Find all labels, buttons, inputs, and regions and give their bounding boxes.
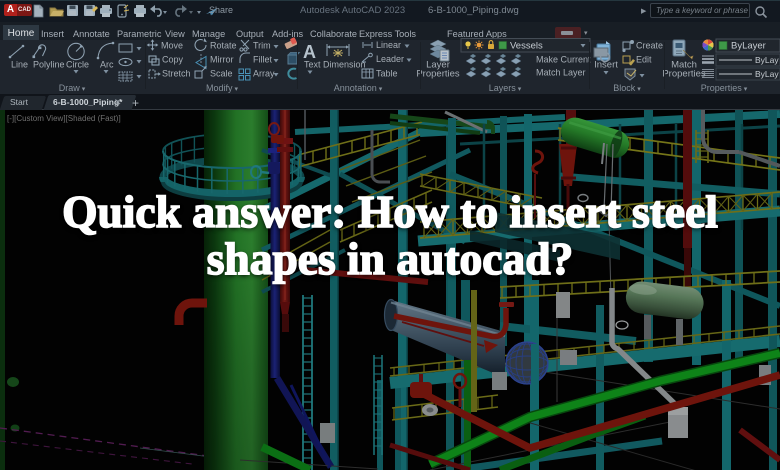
- svg-text:ByLay: ByLay: [755, 55, 779, 65]
- svg-text:Linear: Linear: [376, 40, 401, 50]
- svg-text:Edit: Edit: [636, 55, 652, 65]
- svg-text:Dimension: Dimension: [323, 60, 366, 70]
- svg-text:Rotate: Rotate: [210, 41, 237, 51]
- svg-text:Polyline: Polyline: [33, 60, 65, 70]
- svg-text:Text: Text: [304, 60, 321, 70]
- svg-text:Leader: Leader: [376, 54, 404, 64]
- svg-text:Copy: Copy: [162, 55, 184, 65]
- svg-text:Mirror: Mirror: [210, 55, 234, 65]
- svg-text:Match Layer: Match Layer: [536, 68, 586, 78]
- svg-text:Properties: Properties: [662, 69, 706, 80]
- svg-text:Circle: Circle: [66, 60, 89, 70]
- svg-text:ByLayer: ByLayer: [731, 41, 766, 52]
- svg-text:Move: Move: [161, 41, 183, 51]
- svg-text:Trim: Trim: [253, 41, 271, 51]
- svg-text:Fillet: Fillet: [253, 55, 273, 65]
- svg-text:Insert: Insert: [594, 60, 618, 71]
- svg-text:Make Current: Make Current: [536, 55, 591, 65]
- svg-text:Table: Table: [376, 69, 398, 79]
- svg-text:Scale: Scale: [210, 69, 233, 79]
- svg-text:Create: Create: [636, 41, 663, 51]
- svg-text:Vessels: Vessels: [510, 41, 543, 52]
- svg-text:Stretch: Stretch: [162, 69, 191, 79]
- svg-text:Properties: Properties: [416, 69, 460, 80]
- svg-text:Arc: Arc: [100, 60, 114, 70]
- svg-text:Array: Array: [253, 69, 275, 79]
- svg-text:Line: Line: [11, 60, 28, 70]
- svg-text:ByLay: ByLay: [755, 69, 779, 79]
